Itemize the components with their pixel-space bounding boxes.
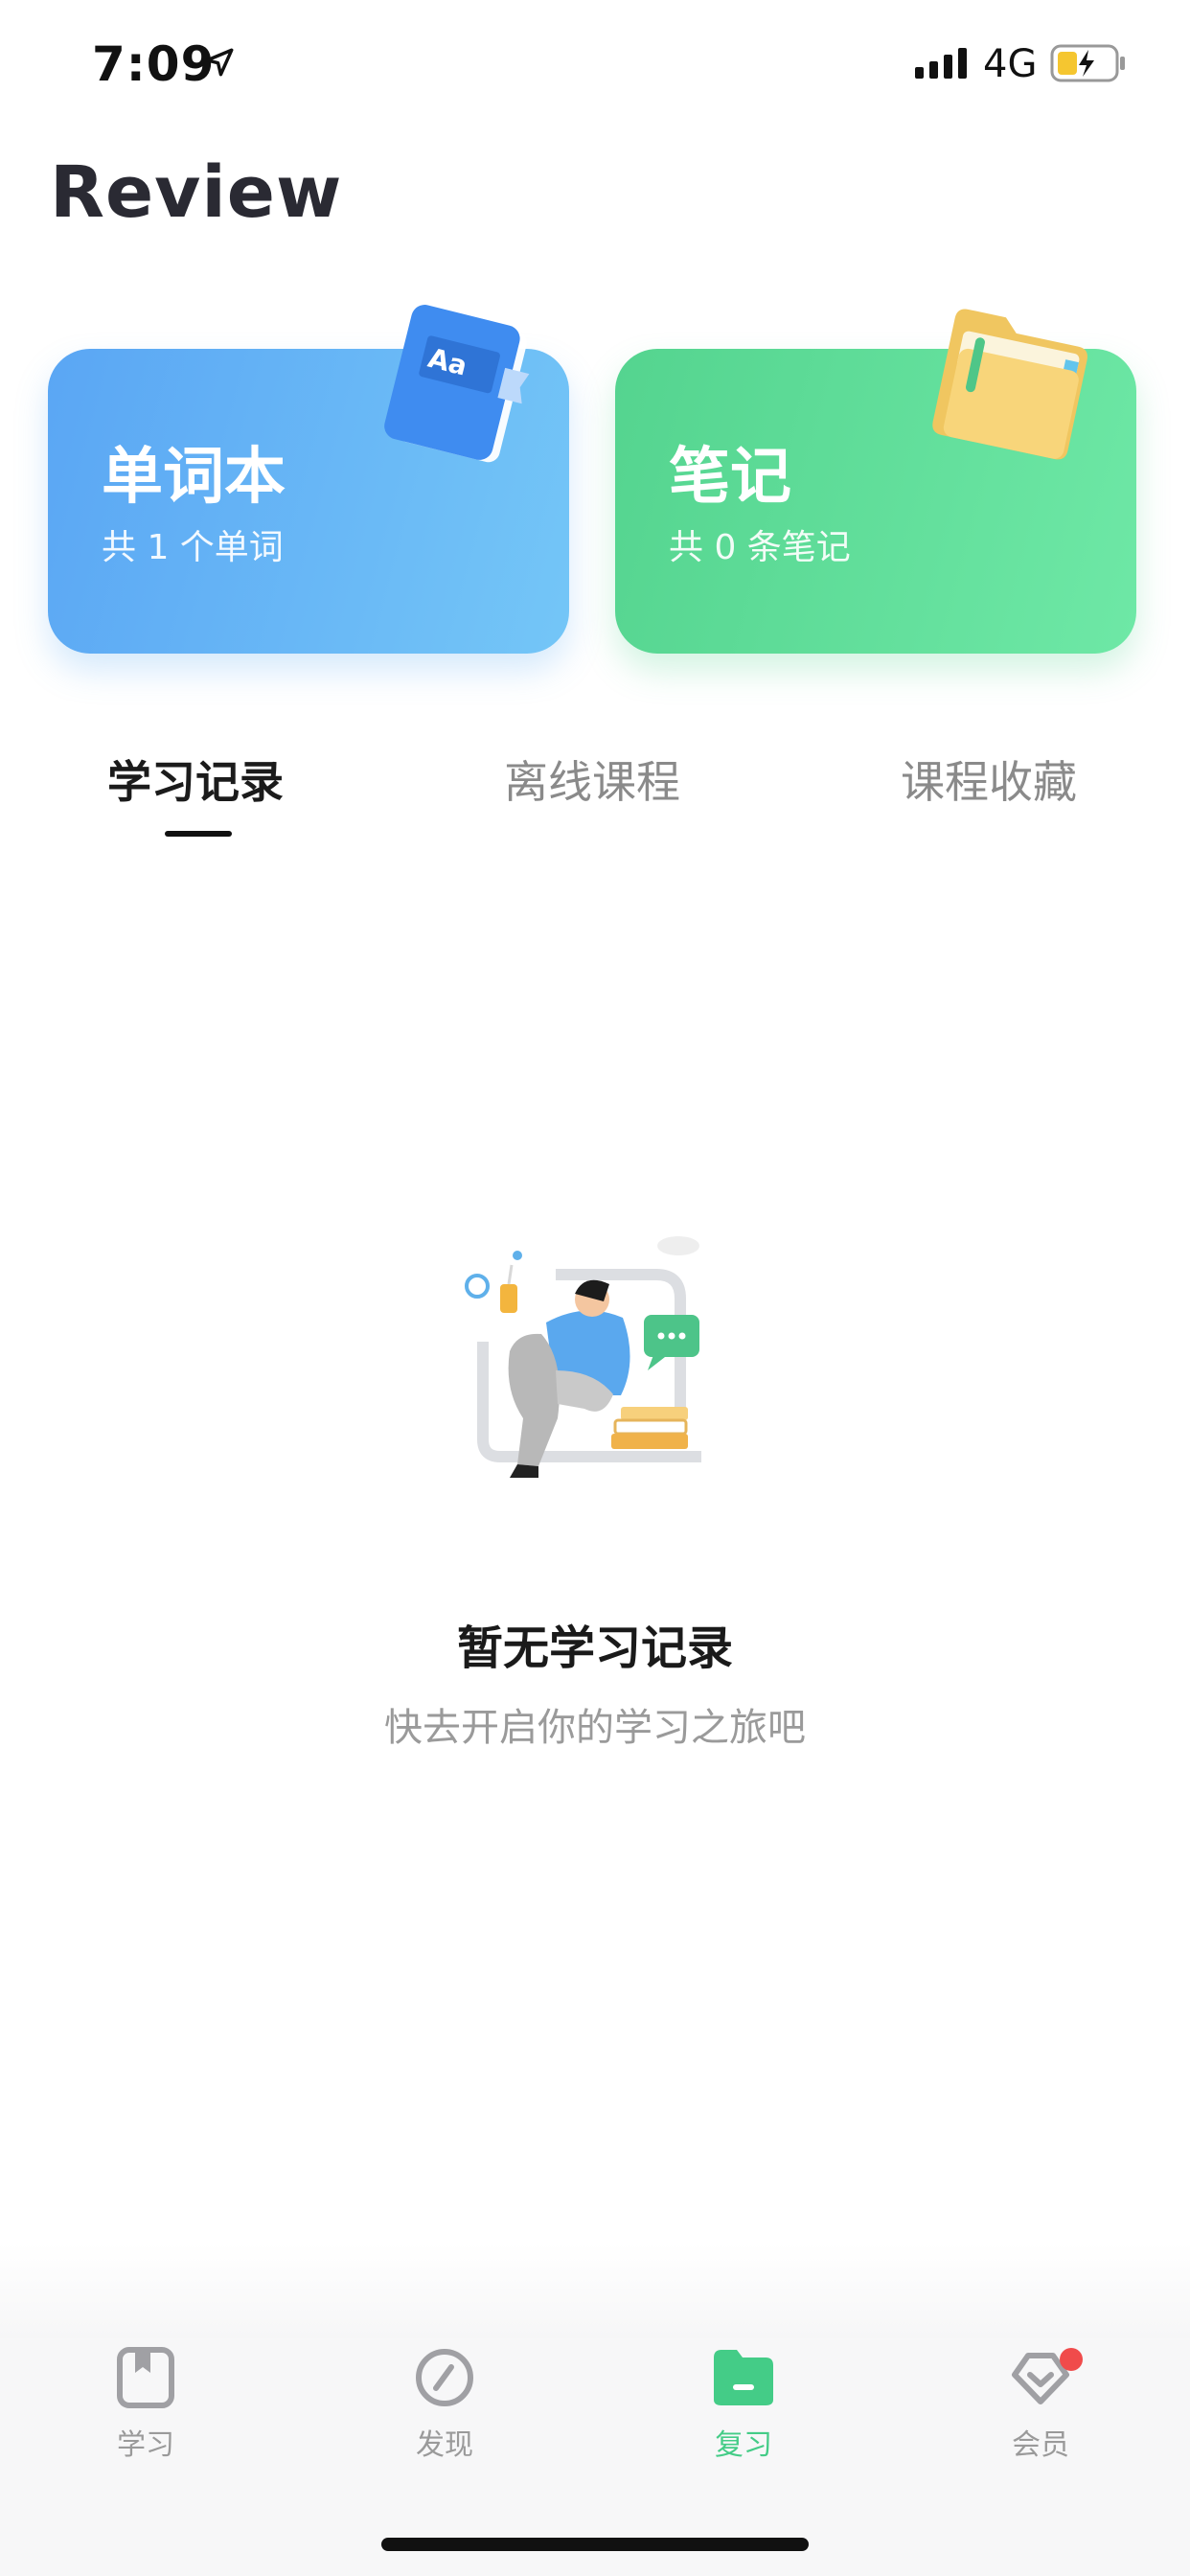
tabbar-item-discover[interactable]: 发现 bbox=[349, 2346, 540, 2499]
wordbook-count: 共 1 个单词 bbox=[102, 528, 284, 567]
notes-count: 共 0 条笔记 bbox=[669, 528, 851, 567]
home-indicator bbox=[381, 2538, 809, 2551]
tabbar-item-membership[interactable]: 会员 bbox=[945, 2346, 1136, 2499]
tab-study-record[interactable]: 学习记录 bbox=[107, 748, 284, 811]
status-time: 7:09 bbox=[92, 36, 216, 92]
battery-charging-icon bbox=[1050, 44, 1125, 82]
folder-icon bbox=[714, 2350, 773, 2405]
tabbar-label-review: 复习 bbox=[715, 2428, 772, 2462]
tab-course-favorites[interactable]: 课程收藏 bbox=[901, 748, 1077, 811]
notes-card[interactable]: 笔记 共 0 条笔记 bbox=[615, 309, 1136, 654]
cellular-signal-icon bbox=[915, 48, 967, 79]
empty-state-subtitle: 快去开启你的学习之旅吧 bbox=[384, 1706, 806, 1750]
wordbook-book-icon: Aa bbox=[384, 305, 530, 463]
tabbar-item-review[interactable]: 复习 bbox=[648, 2346, 839, 2499]
tabbar-label-membership: 会员 bbox=[1012, 2428, 1069, 2462]
notes-folder-icon bbox=[932, 309, 1087, 460]
page-title: Review bbox=[50, 151, 343, 234]
book-icon bbox=[117, 2347, 174, 2408]
membership-notification-dot bbox=[1060, 2348, 1083, 2371]
tabbar-item-study[interactable]: 学习 bbox=[50, 2346, 241, 2499]
status-bar: 7:09 4G bbox=[0, 0, 1190, 134]
wordbook-card[interactable]: 单词本 共 1 个单词 Aa bbox=[48, 305, 569, 654]
tab-offline-courses[interactable]: 离线课程 bbox=[504, 748, 680, 811]
location-arrow-icon bbox=[205, 48, 234, 77]
notes-title: 笔记 bbox=[669, 442, 791, 513]
wordbook-title: 单词本 bbox=[102, 442, 286, 513]
tabbar-label-study: 学习 bbox=[117, 2428, 174, 2462]
tabbar-label-discover: 发现 bbox=[416, 2428, 473, 2462]
compass-icon bbox=[416, 2349, 473, 2406]
empty-state-title: 暂无学习记录 bbox=[456, 1622, 733, 1675]
empty-state-illustration bbox=[465, 1236, 701, 1478]
bottom-fade bbox=[0, 2242, 1190, 2338]
active-tab-indicator bbox=[165, 831, 232, 837]
network-type: 4G bbox=[983, 42, 1038, 86]
